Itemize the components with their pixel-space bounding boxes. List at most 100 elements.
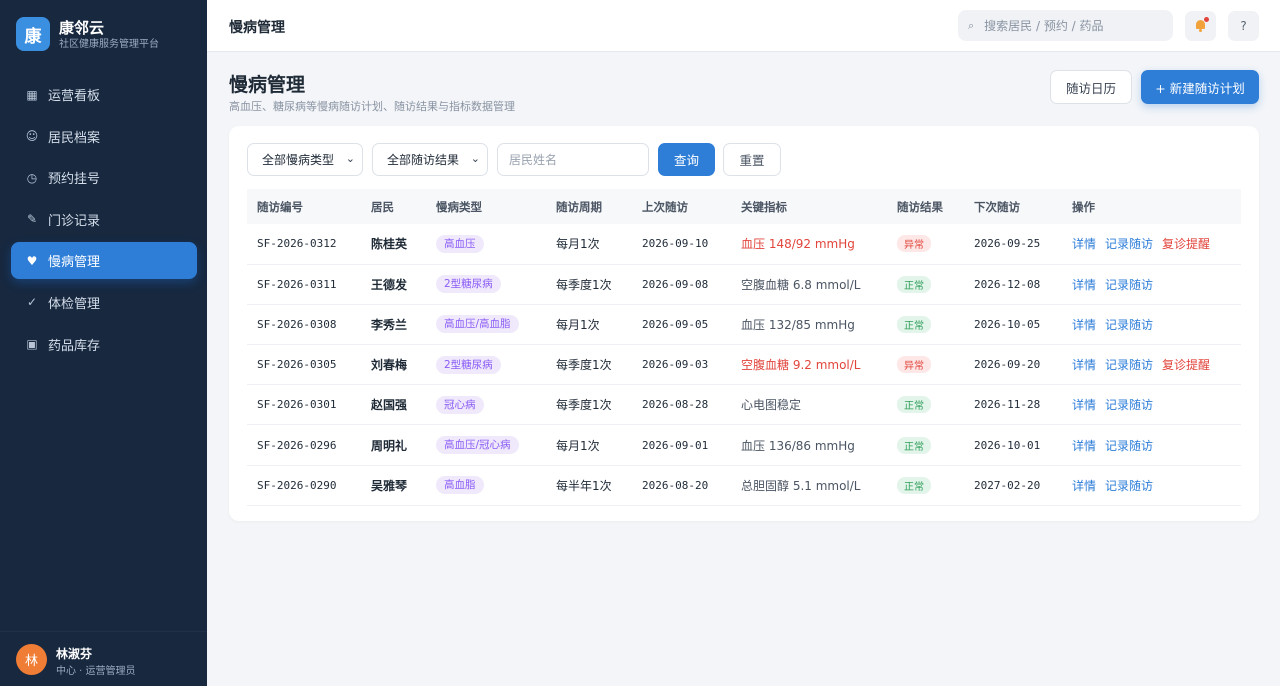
last-follow-up-date: 2026-08-20 bbox=[642, 478, 709, 492]
help-button[interactable]: ? bbox=[1228, 11, 1259, 41]
column-header: 随访结果 bbox=[897, 199, 943, 214]
follow-up-cycle: 每月1次 bbox=[556, 317, 600, 332]
next-follow-up-date: 2026-09-20 bbox=[974, 358, 1041, 372]
record-follow-up-link[interactable]: 记录随访 bbox=[1105, 237, 1153, 251]
follow-up-cycle: 每月1次 bbox=[556, 237, 600, 252]
detail-link[interactable]: 详情 bbox=[1072, 398, 1096, 412]
revisit-reminder-link[interactable]: 复诊提醒 bbox=[1162, 237, 1210, 251]
result-cell: 正常 bbox=[887, 425, 964, 465]
check-icon: ✓ bbox=[26, 295, 38, 310]
sidebar-item-outpatient[interactable]: ✎ 门诊记录 bbox=[11, 201, 197, 238]
notification-dot bbox=[1204, 17, 1209, 22]
sidebar-item-pharmacy[interactable]: ▣ 药品库存 bbox=[11, 326, 197, 363]
sidebar-item-dashboard[interactable]: ▦ 运营看板 bbox=[11, 76, 197, 113]
last-follow-up-date: 2026-09-01 bbox=[642, 438, 709, 452]
sidebar-item-label: 体检管理 bbox=[48, 296, 101, 312]
table-row[interactable]: SF-2026-0311 王德发 2型糖尿病 每季度1次 2026-09-08 空腹血糖 … bbox=[247, 264, 1241, 305]
notification-button[interactable] bbox=[1185, 11, 1216, 41]
status-badge: 异常 bbox=[897, 356, 931, 374]
actions-cell: 详情 记录随访 bbox=[1062, 264, 1241, 304]
table-row[interactable]: SF-2026-0290 吴雅琴 高血脂 每半年1次 2026-08-20 总胆固醇 5.… bbox=[247, 465, 1241, 506]
brand-name: 康邻云 bbox=[59, 18, 105, 37]
smile-icon: ☺ bbox=[25, 129, 39, 144]
pencil-icon: ✎ bbox=[26, 212, 38, 227]
actions-cell: 详情 记录随访 复诊提醒 bbox=[1062, 224, 1241, 264]
status-badge: 正常 bbox=[897, 315, 931, 333]
avatar: 林 bbox=[16, 644, 47, 675]
follow-up-id: SF-2026-0311 bbox=[257, 277, 337, 291]
revisit-reminder-link[interactable]: 复诊提醒 bbox=[1162, 358, 1210, 372]
global-search[interactable]: ⌕ bbox=[958, 10, 1173, 41]
next-follow-up-date: 2026-11-28 bbox=[974, 398, 1041, 412]
result-select[interactable]: 全部随访结果 ⌄ bbox=[372, 143, 488, 176]
detail-link[interactable]: 详情 bbox=[1072, 358, 1096, 372]
follow-up-id: SF-2026-0301 bbox=[257, 398, 337, 412]
table-row[interactable]: SF-2026-0296 周明礼 高血压/冠心病 每月1次 2026-09-01 血压 1… bbox=[247, 425, 1241, 466]
next-follow-up-date: 2026-12-08 bbox=[974, 277, 1041, 291]
column-header: 上次随访 bbox=[642, 199, 688, 214]
record-follow-up-link[interactable]: 记录随访 bbox=[1105, 479, 1153, 493]
column-header: 居民 bbox=[371, 199, 394, 214]
sidebar-item-label: 药品库存 bbox=[48, 338, 101, 354]
new-follow-up-plan-button[interactable]: + 新建随访计划 bbox=[1141, 70, 1259, 104]
result-cell: 正常 bbox=[887, 385, 964, 425]
sidebar-item-label: 门诊记录 bbox=[48, 213, 101, 229]
resident-name-input[interactable] bbox=[497, 143, 649, 176]
disease-type-cell: 冠心病 bbox=[426, 385, 546, 425]
reset-button[interactable]: 重置 bbox=[723, 143, 781, 176]
table-row[interactable]: SF-2026-0308 李秀兰 高血压/高血脂 每月1次 2026-09-05 血压 1… bbox=[247, 304, 1241, 345]
disease-type-tag: 2型糖尿病 bbox=[436, 355, 501, 374]
follow-up-id: SF-2026-0296 bbox=[257, 438, 337, 452]
detail-link[interactable]: 详情 bbox=[1072, 439, 1096, 453]
resident-name: 刘春梅 bbox=[371, 358, 408, 373]
resident-name: 李秀兰 bbox=[371, 317, 408, 332]
follow-up-cycle: 每月1次 bbox=[556, 438, 600, 453]
clock-icon: ◷ bbox=[26, 170, 38, 185]
sidebar-item-residents[interactable]: ☺ 居民档案 bbox=[11, 118, 197, 155]
sidebar-item-chronic[interactable]: ♥ 慢病管理 bbox=[11, 242, 197, 280]
disease-type-cell: 高血压 bbox=[426, 224, 546, 264]
record-follow-up-link[interactable]: 记录随访 bbox=[1105, 318, 1153, 332]
follow-up-calendar-button[interactable]: 随访日历 bbox=[1050, 70, 1132, 104]
actions-cell: 详情 记录随访 复诊提醒 bbox=[1062, 345, 1241, 385]
user-panel[interactable]: 林 林淑芬 中心 · 运营管理员 bbox=[0, 630, 207, 686]
status-badge: 正常 bbox=[897, 396, 931, 414]
user-role: 中心 · 运营管理员 bbox=[56, 666, 136, 677]
sidebar-item-checkup[interactable]: ✓ 体检管理 bbox=[11, 284, 197, 321]
record-follow-up-link[interactable]: 记录随访 bbox=[1105, 398, 1153, 412]
detail-link[interactable]: 详情 bbox=[1072, 318, 1096, 332]
next-follow-up-date: 2026-10-01 bbox=[974, 438, 1041, 452]
table-row[interactable]: SF-2026-0312 陈桂英 高血压 每月1次 2026-09-10 血压 148/9… bbox=[247, 224, 1241, 265]
detail-link[interactable]: 详情 bbox=[1072, 237, 1096, 251]
column-header: 下次随访 bbox=[974, 199, 1020, 214]
last-follow-up-date: 2026-09-05 bbox=[642, 317, 709, 331]
table-row[interactable]: SF-2026-0305 刘春梅 2型糖尿病 每季度1次 2026-09-03 空腹血糖 … bbox=[247, 345, 1241, 385]
brand-logo: 康 bbox=[16, 17, 50, 51]
result-cell: 正常 bbox=[887, 264, 964, 304]
record-follow-up-link[interactable]: 记录随访 bbox=[1105, 278, 1153, 292]
disease-type-cell: 2型糖尿病 bbox=[426, 345, 546, 385]
box-icon: ▣ bbox=[26, 337, 38, 352]
result-value: 全部随访结果 bbox=[387, 153, 460, 167]
page-subtitle: 高血压、糖尿病等慢病随访计划、随访结果与指标数据管理 bbox=[229, 100, 515, 113]
query-button[interactable]: 查询 bbox=[658, 143, 715, 176]
actions-cell: 详情 记录随访 bbox=[1062, 304, 1241, 344]
status-badge: 正常 bbox=[897, 436, 931, 454]
follow-up-cycle: 每季度1次 bbox=[556, 277, 612, 292]
search-input[interactable] bbox=[984, 18, 1155, 33]
disease-type-cell: 高血压/高血脂 bbox=[426, 304, 546, 344]
key-metric: 血压 148/92 mmHg bbox=[741, 237, 855, 252]
disease-type-tag: 高血压/冠心病 bbox=[436, 436, 519, 455]
disease-type-select[interactable]: 全部慢病类型 ⌄ bbox=[247, 143, 363, 176]
actions-cell: 详情 记录随访 bbox=[1062, 465, 1241, 505]
record-follow-up-link[interactable]: 记录随访 bbox=[1105, 439, 1153, 453]
table-row[interactable]: SF-2026-0301 赵国强 冠心病 每季度1次 2026-08-28 心电图稳定 正常… bbox=[247, 385, 1241, 425]
follow-up-cycle: 每半年1次 bbox=[556, 478, 612, 493]
sidebar-item-appointments[interactable]: ◷ 预约挂号 bbox=[11, 159, 197, 196]
page-title: 慢病管理 bbox=[229, 74, 306, 96]
record-follow-up-link[interactable]: 记录随访 bbox=[1105, 358, 1153, 372]
detail-link[interactable]: 详情 bbox=[1072, 278, 1096, 292]
column-header: 关键指标 bbox=[741, 199, 787, 214]
detail-link[interactable]: 详情 bbox=[1072, 479, 1096, 493]
key-metric: 总胆固醇 5.1 mmol/L bbox=[741, 478, 861, 493]
